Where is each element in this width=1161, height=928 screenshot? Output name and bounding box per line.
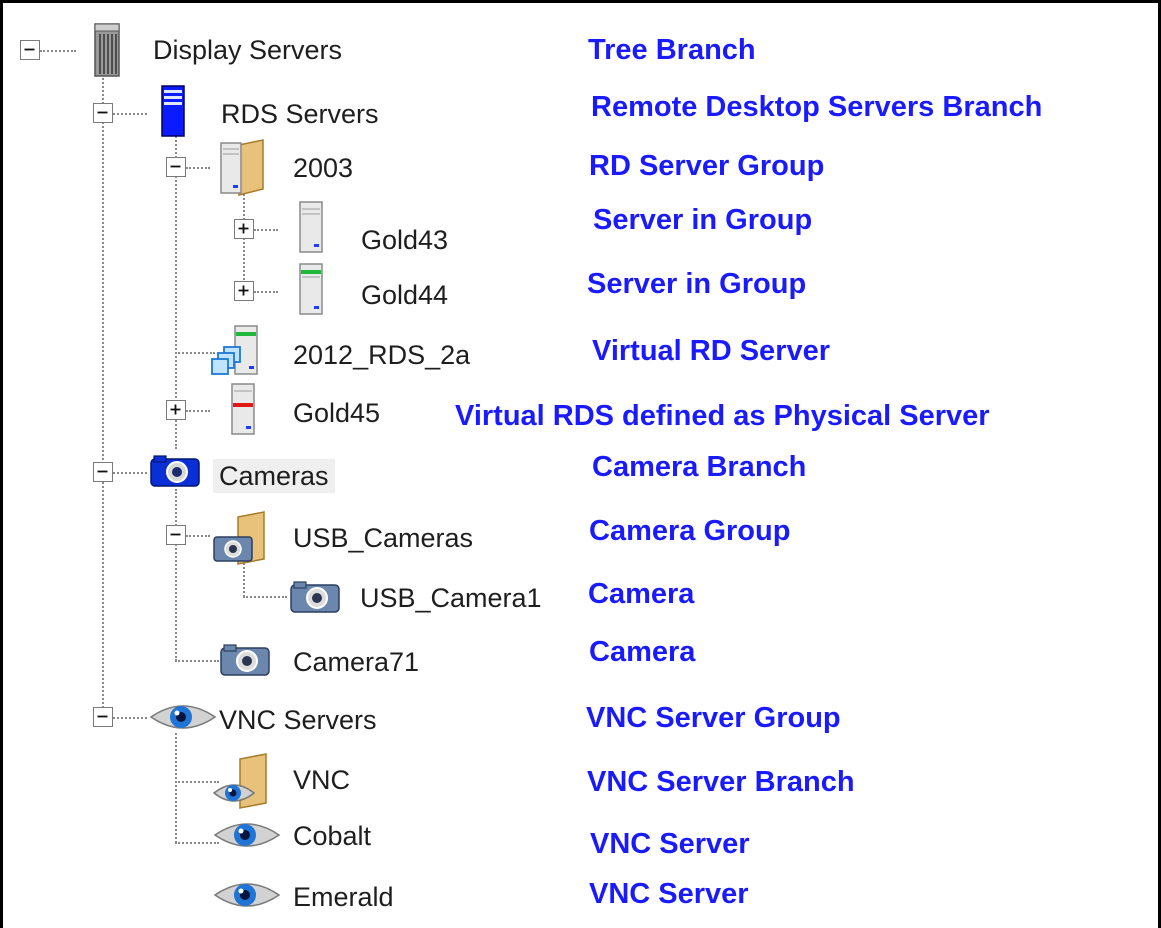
tree-node-display-servers[interactable]: Display Servers xyxy=(153,33,342,67)
tree-line xyxy=(102,67,104,715)
tree-line xyxy=(243,596,287,598)
blue-server-icon xyxy=(161,85,185,137)
annotation-vnc-server-branch: VNC Server Branch xyxy=(587,766,855,798)
eye-icon xyxy=(213,879,281,911)
tree-node-gold45[interactable]: Gold45 xyxy=(293,396,380,430)
virtual-server-icon xyxy=(210,325,262,379)
annotation-rds-branch: Remote Desktop Servers Branch xyxy=(591,91,1043,123)
annotation-camera-group: Camera Group xyxy=(589,515,791,547)
annotation-virtual-rds-physical: Virtual RDS defined as Physical Server xyxy=(455,400,990,432)
tree-node-2003[interactable]: 2003 xyxy=(293,151,353,185)
tree-line xyxy=(186,535,210,537)
annotation-vnc-server-group: VNC Server Group xyxy=(586,702,841,734)
tree-node-2012-rds-2a[interactable]: 2012_RDS_2a xyxy=(293,338,470,372)
tree-node-usb-camera1[interactable]: USB_Camera1 xyxy=(360,581,542,615)
annotation-vnc-server: VNC Server xyxy=(589,878,749,910)
tree-line xyxy=(113,472,147,474)
annotation-tree-branch: Tree Branch xyxy=(588,34,756,66)
annotation-rd-server-group: RD Server Group xyxy=(589,150,825,182)
server-folder-icon xyxy=(219,139,269,197)
annotation-server-in-group: Server in Group xyxy=(593,204,813,236)
tree-node-cameras[interactable]: Cameras xyxy=(213,459,335,493)
collapse-toggle-cameras[interactable] xyxy=(93,462,113,482)
annotation-server-in-group: Server in Group xyxy=(587,268,807,300)
annotation-camera-branch: Camera Branch xyxy=(592,451,807,483)
tree-line xyxy=(40,50,76,52)
eye-icon xyxy=(213,819,281,851)
tree-node-rds-servers[interactable]: RDS Servers xyxy=(221,97,379,131)
tree-line xyxy=(113,717,147,719)
tree-node-vnc[interactable]: VNC xyxy=(293,763,350,797)
tree-view-panel: Display Servers RDS Servers 2003 Gold43 … xyxy=(0,0,1161,928)
eye-icon xyxy=(149,701,217,733)
expand-toggle-gold44[interactable] xyxy=(234,281,254,301)
tree-node-usb-cameras[interactable]: USB_Cameras xyxy=(293,521,473,555)
collapse-toggle-2003[interactable] xyxy=(166,157,186,177)
camera-blue-icon xyxy=(149,455,201,487)
camera-icon xyxy=(219,644,271,676)
collapse-toggle-display-servers[interactable] xyxy=(20,40,40,60)
tree-line xyxy=(175,733,177,843)
collapse-toggle-usb-cameras[interactable] xyxy=(166,525,186,545)
tree-node-gold43[interactable]: Gold43 xyxy=(361,223,448,257)
annotation-camera: Camera xyxy=(589,636,696,668)
tree-line xyxy=(186,167,210,169)
server-green-icon xyxy=(299,263,323,315)
tree-line xyxy=(113,113,147,115)
annotation-vnc-server: VNC Server xyxy=(590,828,750,860)
expand-toggle-gold43[interactable] xyxy=(234,219,254,239)
tree-node-vnc-servers[interactable]: VNC Servers xyxy=(219,703,377,737)
tree-line xyxy=(243,183,245,295)
server-rack-icon xyxy=(93,22,121,78)
eye-folder-icon xyxy=(212,753,270,809)
tree-line xyxy=(186,410,210,412)
tree-line xyxy=(254,291,278,293)
tree-node-cobalt[interactable]: Cobalt xyxy=(293,819,371,853)
tree-line xyxy=(175,660,219,662)
tree-node-emerald[interactable]: Emerald xyxy=(293,880,394,914)
tree-line xyxy=(175,352,215,354)
collapse-toggle-vnc-servers[interactable] xyxy=(93,707,113,727)
collapse-toggle-rds-servers[interactable] xyxy=(93,103,113,123)
annotation-camera: Camera xyxy=(588,578,695,610)
expand-toggle-gold45[interactable] xyxy=(166,400,186,420)
tree-line xyxy=(254,229,278,231)
tree-node-camera71[interactable]: Camera71 xyxy=(293,645,419,679)
camera-folder-icon xyxy=(212,511,268,565)
server-icon xyxy=(299,201,323,253)
tree-line xyxy=(175,489,177,661)
tree-node-gold44[interactable]: Gold44 xyxy=(361,278,448,312)
camera-icon xyxy=(289,581,341,613)
server-red-icon xyxy=(231,383,255,435)
annotation-virtual-rd-server: Virtual RD Server xyxy=(592,335,831,367)
